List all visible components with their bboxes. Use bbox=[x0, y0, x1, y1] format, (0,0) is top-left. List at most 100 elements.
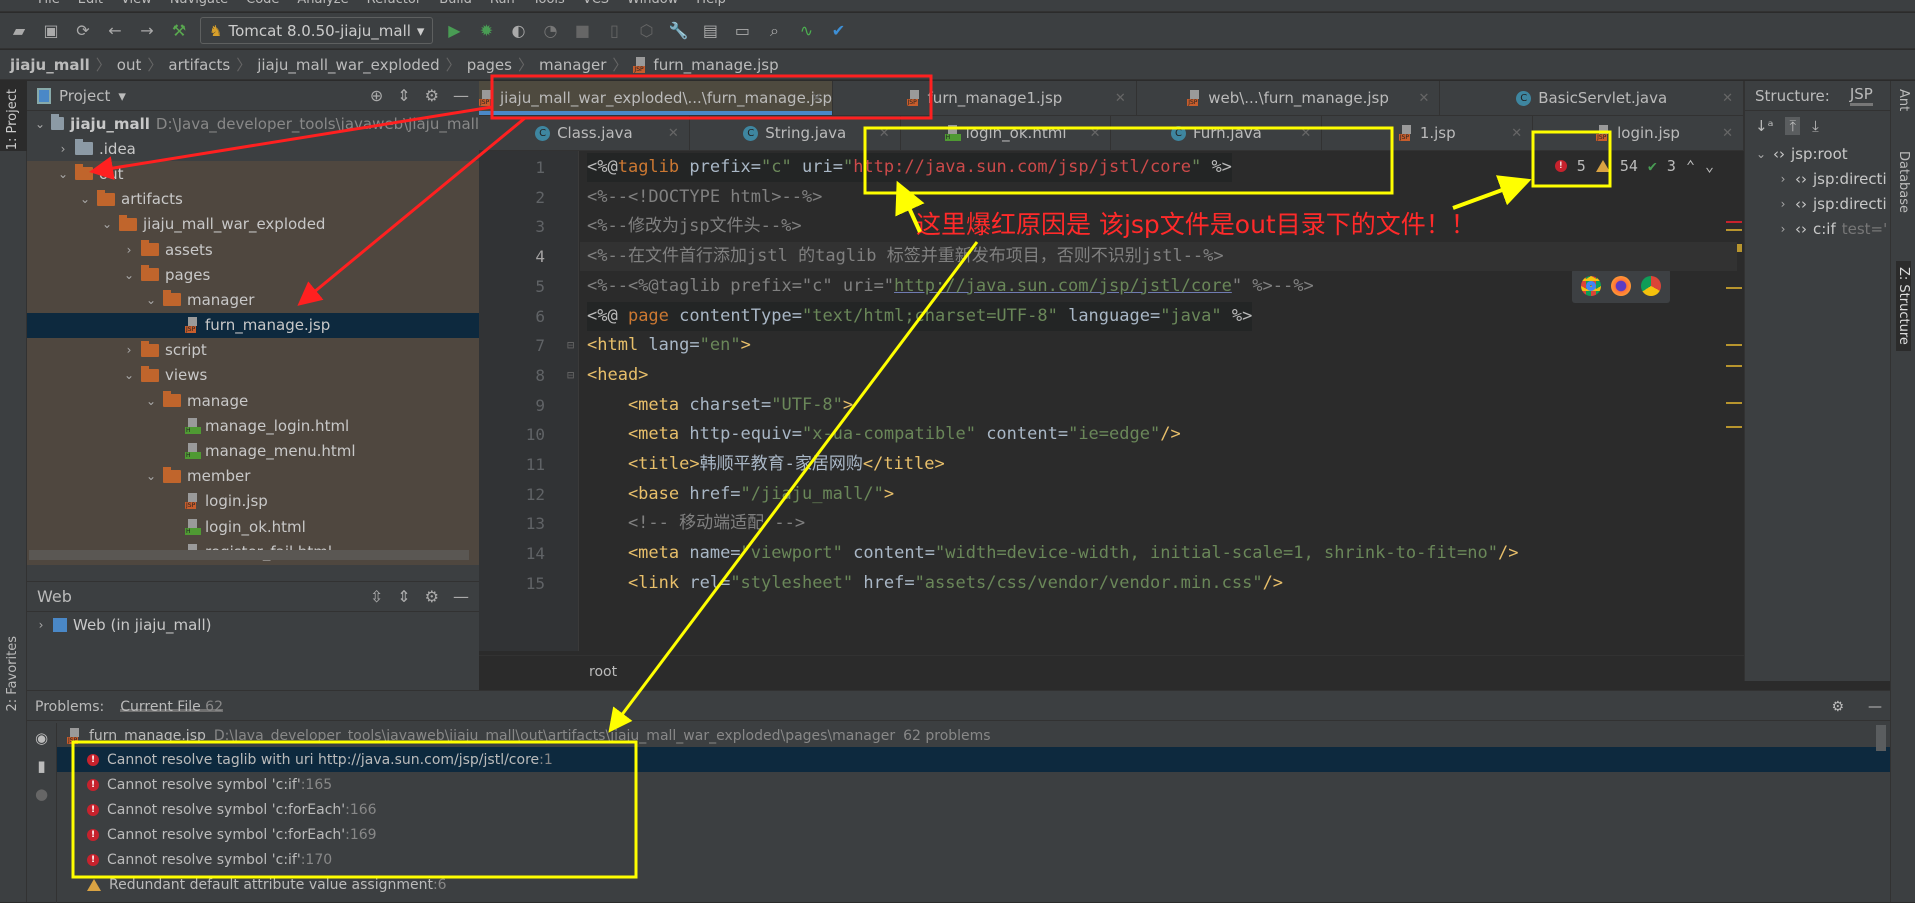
close-tab-icon[interactable]: ✕ bbox=[668, 126, 679, 141]
chevron-down-icon[interactable]: ⌄ bbox=[123, 268, 135, 282]
close-tab-icon[interactable]: ✕ bbox=[879, 126, 890, 141]
run-config-select[interactable]: ♞ Tomcat 8.0.50-jiaju_mall ▾ bbox=[200, 17, 434, 44]
collapse-all-icon[interactable]: ⇕ bbox=[397, 86, 410, 105]
vertical-scrollbar[interactable] bbox=[1876, 725, 1886, 751]
editor-tab[interactable]: login.jsp ✕ bbox=[1533, 116, 1744, 150]
editor-tab[interactable]: jiaju_mall_war_exploded\...\furn_manage.… bbox=[479, 81, 834, 115]
stop-icon[interactable]: ■ bbox=[571, 20, 593, 42]
collapse-all-icon[interactable]: ⇕ bbox=[397, 587, 410, 606]
menu-navigate[interactable]: Navigate bbox=[170, 0, 228, 7]
debug-icon[interactable]: ✹ bbox=[475, 20, 497, 42]
breadcrumb-item[interactable]: jiaju_mall bbox=[10, 56, 90, 74]
horizontal-scrollbar[interactable] bbox=[29, 550, 469, 560]
structure-tool-button[interactable]: Z: Structure bbox=[1896, 261, 1911, 351]
menu-analyze[interactable]: Analyze bbox=[297, 0, 348, 7]
problem-file-row[interactable]: furn_manage.jsp D:\Java_developer_tools\j… bbox=[67, 723, 991, 748]
breadcrumb-status[interactable]: root bbox=[479, 655, 1744, 685]
hide-icon[interactable]: — bbox=[453, 587, 469, 606]
tree-item-views[interactable]: ⌄ views bbox=[27, 363, 479, 388]
gear-icon[interactable]: ⚙ bbox=[425, 86, 439, 105]
chrome-icon[interactable] bbox=[1641, 276, 1661, 296]
tree-item-manage-login-html[interactable]: manage_login.html bbox=[27, 413, 479, 438]
back-icon[interactable]: ← bbox=[104, 20, 126, 42]
lightbulb-icon[interactable]: ● bbox=[35, 785, 48, 803]
gear-icon[interactable]: ⚙ bbox=[1831, 699, 1852, 715]
close-tab-icon[interactable]: ✕ bbox=[1300, 126, 1311, 141]
run-icon[interactable]: ▶ bbox=[443, 20, 465, 42]
deploy-icon[interactable]: ⬡ bbox=[635, 20, 657, 42]
close-tab-icon[interactable]: ✕ bbox=[1722, 126, 1733, 141]
locate-icon[interactable]: ⊕ bbox=[370, 86, 383, 105]
device-icon[interactable]: ▯ bbox=[603, 20, 625, 42]
terminal-icon[interactable]: ▭ bbox=[731, 20, 753, 42]
close-tab-icon[interactable]: ✕ bbox=[1722, 91, 1733, 106]
previous-problem-icon[interactable]: ⌃ bbox=[1686, 157, 1695, 175]
inspection-widget[interactable]: ! 5 54 ✔ 3 ⌃ ⌄ bbox=[1554, 151, 1714, 181]
menu-tools[interactable]: Tools bbox=[533, 0, 565, 7]
chevron-down-icon[interactable]: ⌄ bbox=[123, 368, 135, 382]
close-tab-icon[interactable]: ✕ bbox=[1418, 91, 1429, 106]
activity-monitor-icon[interactable]: ∿ bbox=[795, 20, 817, 42]
favorites-tool-button[interactable]: 2: Favorites bbox=[5, 636, 20, 712]
tree-item-out[interactable]: ⌄ out bbox=[27, 161, 479, 186]
menu-refactor[interactable]: Refactor bbox=[367, 0, 422, 7]
breadcrumb-item[interactable]: pages bbox=[467, 56, 512, 74]
menu-file[interactable]: File bbox=[38, 0, 60, 7]
problem-item[interactable]: ! Cannot resolve symbol 'c:if':170 bbox=[87, 847, 332, 872]
editor-tab[interactable]: web\...\furn_manage.jsp ✕ bbox=[1137, 81, 1441, 115]
editor-tab[interactable]: login_ok.html ✕ bbox=[901, 116, 1112, 150]
editor-tab[interactable]: C String.java ✕ bbox=[690, 116, 901, 150]
editor-tab[interactable]: C Class.java ✕ bbox=[479, 116, 690, 150]
chrome-icon[interactable] bbox=[1581, 276, 1601, 296]
editor-tab[interactable]: C Furn.java ✕ bbox=[1111, 116, 1323, 150]
error-stripe[interactable] bbox=[1724, 221, 1744, 721]
chevron-right-icon[interactable]: › bbox=[35, 618, 47, 632]
problem-item[interactable]: Redundant default attribute value assign… bbox=[87, 872, 447, 897]
autoscroll-to-source-icon[interactable]: ⤒ bbox=[1785, 117, 1801, 135]
tree-item-manage-menu-html[interactable]: manage_menu.html bbox=[27, 438, 479, 463]
fold-icon[interactable]: ⊟ bbox=[567, 331, 574, 360]
coverage-icon[interactable]: ◐ bbox=[507, 20, 529, 42]
project-structure-icon[interactable]: ▤ bbox=[699, 20, 721, 42]
close-tab-icon[interactable]: ✕ bbox=[811, 91, 822, 106]
fold-icon[interactable]: ⊟ bbox=[567, 361, 574, 390]
project-tool-button[interactable]: 1: Project bbox=[0, 81, 27, 151]
settings-wrench-icon[interactable]: 🔧 bbox=[667, 20, 689, 42]
chevron-down-icon[interactable]: ⌄ bbox=[1755, 147, 1767, 161]
editor-tab[interactable]: furn_manage1.jsp ✕ bbox=[833, 81, 1137, 115]
check-icon[interactable]: ✔ bbox=[827, 20, 849, 42]
tree-item-manager[interactable]: ⌄ manager bbox=[27, 287, 479, 312]
chevron-down-icon[interactable]: ⌄ bbox=[57, 167, 69, 181]
chevron-right-icon[interactable]: › bbox=[1777, 172, 1789, 186]
breadcrumb-item[interactable]: furn_manage.jsp bbox=[653, 56, 778, 74]
tab-current-file[interactable]: Current File 62 bbox=[120, 699, 223, 715]
tree-item-pages[interactable]: ⌄ pages bbox=[27, 262, 479, 287]
chevron-down-icon[interactable]: ⌄ bbox=[101, 217, 113, 231]
tree-item-login-jsp[interactable]: login.jsp bbox=[27, 489, 479, 514]
ant-tool-button[interactable]: Ant bbox=[1896, 89, 1911, 111]
menu-vcs[interactable]: VCS bbox=[583, 0, 609, 7]
web-tree-item[interactable]: › Web (in jiaju_mall) bbox=[27, 612, 479, 637]
autoscroll-from-source-icon[interactable]: ⤓ bbox=[1812, 117, 1819, 135]
chevron-right-icon[interactable]: › bbox=[123, 343, 135, 357]
chevron-right-icon[interactable]: › bbox=[1777, 197, 1789, 211]
chevron-down-icon[interactable]: ⌄ bbox=[35, 117, 45, 131]
chevron-down-icon[interactable]: ⌄ bbox=[145, 293, 157, 307]
structure-item[interactable]: ⌄ ‹› jsp:root bbox=[1745, 141, 1890, 166]
profile-icon[interactable]: ◔ bbox=[539, 20, 561, 42]
hide-icon[interactable]: — bbox=[1868, 699, 1882, 715]
structure-item[interactable]: › ‹› jsp:directi bbox=[1745, 191, 1890, 216]
structure-item[interactable]: › ‹› c:if test=' bbox=[1745, 217, 1890, 242]
chevron-right-icon[interactable]: › bbox=[123, 243, 135, 257]
tree-item-script[interactable]: › script bbox=[27, 338, 479, 363]
editor-tab[interactable]: C BasicServlet.java ✕ bbox=[1440, 81, 1745, 115]
database-tool-button[interactable]: Database bbox=[1896, 151, 1911, 213]
problem-item[interactable]: ! Cannot resolve taglib with uri http://j… bbox=[57, 747, 1890, 772]
firefox-icon[interactable] bbox=[1611, 276, 1631, 296]
chevron-right-icon[interactable]: › bbox=[57, 142, 69, 156]
tree-item--idea[interactable]: › .idea bbox=[27, 136, 479, 162]
editor-tab[interactable]: 1.jsp ✕ bbox=[1322, 116, 1534, 150]
menu-build[interactable]: Build bbox=[439, 0, 472, 7]
breadcrumb-item[interactable]: manager bbox=[539, 56, 606, 74]
structure-tab-jsp[interactable]: JSP bbox=[1849, 85, 1873, 106]
